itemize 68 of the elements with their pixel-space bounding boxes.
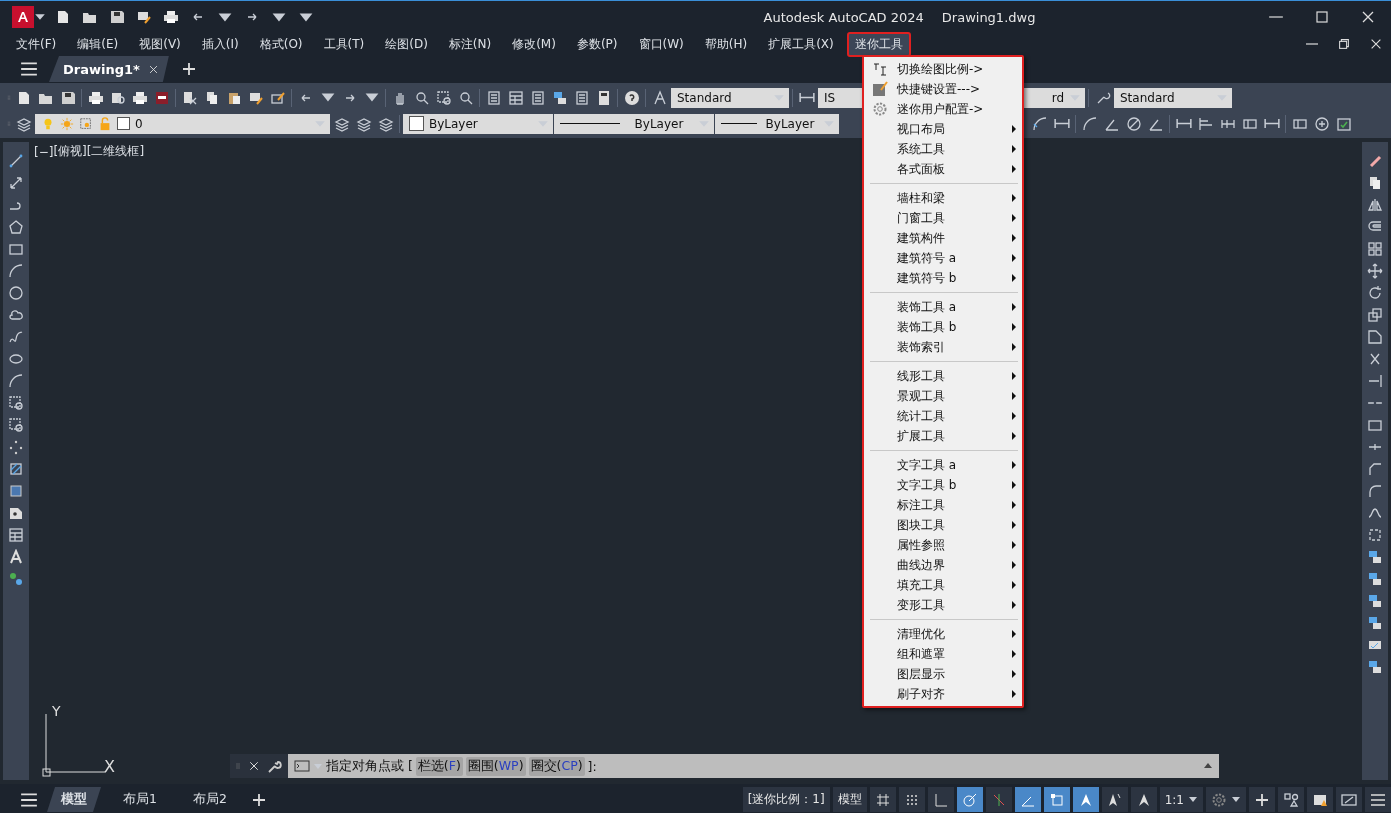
menu-command[interactable]: 迷你用户配置->	[864, 99, 1022, 119]
tab-label[interactable]: Drawing1*	[63, 61, 140, 77]
submenu-item[interactable]: 门窗工具	[864, 208, 1022, 228]
menu-item[interactable]: 扩展工具(X)	[760, 31, 842, 57]
command-prompt: 指定对角点或 [	[326, 757, 413, 775]
menu-command[interactable]: 快捷键设置--->	[864, 79, 1022, 99]
submenu-item[interactable]: 线形工具	[864, 366, 1022, 386]
menu-item[interactable]: 视图(V)	[131, 31, 189, 57]
viewport-control[interactable]: [二维线框]	[86, 143, 145, 160]
submenu-item[interactable]: 装饰工具 a	[864, 297, 1022, 317]
submenu-item[interactable]: 景观工具	[864, 386, 1022, 406]
menu-item[interactable]: 工具(T)	[315, 31, 373, 57]
model-space-button[interactable]: 模型	[832, 787, 867, 812]
ucs-axis-drawing: Y X	[40, 706, 120, 778]
lineweight-dropdown[interactable]: ByLayer	[715, 113, 839, 134]
menu-command[interactable]: 切换绘图比例->	[864, 59, 1022, 79]
menu-item[interactable]: 文件(F)	[8, 31, 65, 57]
submenu-item[interactable]: 文字工具 a	[864, 455, 1022, 475]
submenu-item[interactable]: 文字工具 b	[864, 475, 1022, 495]
scale-indicator: [迷你比例：1]	[742, 787, 830, 812]
layout-tab[interactable]: 布局1	[109, 787, 171, 812]
menu-item[interactable]: 参数(P)	[568, 31, 626, 57]
submenu-item[interactable]: 装饰工具 b	[864, 317, 1022, 337]
submenu-item[interactable]: 清理优化	[864, 624, 1022, 644]
app-title: Autodesk AutoCAD 2024	[763, 9, 924, 25]
layout-tab[interactable]: 模型	[47, 787, 101, 812]
command-option[interactable]: 圈围(WP)	[465, 756, 526, 776]
color-dropdown[interactable]: ByLayer	[403, 113, 553, 134]
linetype-dropdown[interactable]: ByLayer	[554, 113, 714, 134]
submenu-item[interactable]: 图层显示	[864, 664, 1022, 684]
submenu-item[interactable]: 视口布局	[864, 119, 1022, 139]
submenu-item[interactable]: 组和遮罩	[864, 644, 1022, 664]
layer-dropdown[interactable]: 0	[35, 113, 330, 134]
submenu-item[interactable]: 变形工具	[864, 595, 1022, 615]
menu-item[interactable]: 帮助(H)	[696, 31, 756, 57]
submenu-item[interactable]: 系统工具	[864, 139, 1022, 159]
viewport-control[interactable]: [−]	[34, 143, 54, 160]
submenu-item[interactable]: 标注工具	[864, 495, 1022, 515]
submenu-item[interactable]: 刷子对齐	[864, 684, 1022, 704]
layout-tab[interactable]: 布局2	[178, 787, 241, 812]
submenu-item[interactable]: 各式面板	[864, 159, 1022, 179]
document-tab[interactable]: Drawing1*	[49, 56, 169, 82]
command-option[interactable]: 栏选(F)	[415, 756, 463, 776]
document-title: Drawing1.dwg	[941, 9, 1036, 25]
text-style-dropdown[interactable]: Standard	[671, 87, 789, 108]
submenu-item[interactable]: 建筑符号 b	[864, 268, 1022, 288]
submenu-item[interactable]: 图块工具	[864, 515, 1022, 535]
command-option[interactable]: 圈交(CP)	[528, 756, 585, 776]
menu-item[interactable]: 绘图(D)	[377, 31, 436, 57]
submenu-item[interactable]: 扩展工具	[864, 426, 1022, 446]
viewport-control[interactable]: [俯视]	[53, 143, 87, 160]
submenu-item[interactable]: 装饰索引	[864, 337, 1022, 357]
menu-item[interactable]: 标注(N)	[440, 31, 500, 57]
menu-item[interactable]: 编辑(E)	[69, 31, 127, 57]
annotation-scale-button[interactable]: 1:1	[1159, 787, 1203, 812]
submenu-item[interactable]: 属性参照	[864, 535, 1022, 555]
submenu-item[interactable]: 填充工具	[864, 575, 1022, 595]
menu-item[interactable]: 插入(I)	[193, 31, 247, 57]
submenu-item[interactable]: 墙柱和梁	[864, 188, 1022, 208]
menu-item[interactable]: 格式(O)	[251, 31, 311, 57]
command-prompt-end: ]:	[587, 758, 597, 774]
menu-item[interactable]: 修改(M)	[504, 31, 564, 57]
submenu-item[interactable]: 统计工具	[864, 406, 1022, 426]
submenu-item[interactable]: 建筑符号 a	[864, 248, 1022, 268]
menu-item[interactable]: 窗口(W)	[630, 31, 692, 57]
multileader-style-dropdown[interactable]: Standard	[1114, 87, 1232, 108]
submenu-item[interactable]: 曲线边界	[864, 555, 1022, 575]
submenu-item[interactable]: 建筑构件	[864, 228, 1022, 248]
